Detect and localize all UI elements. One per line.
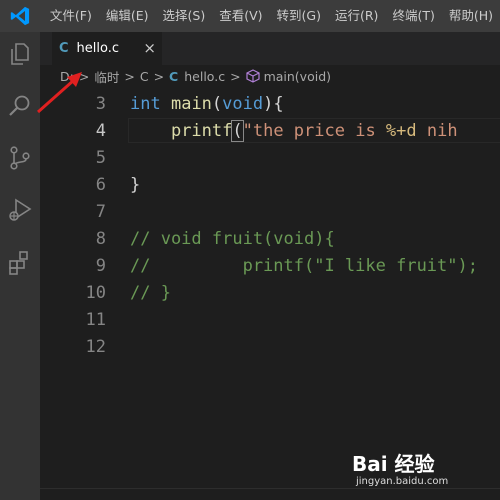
extensions-icon[interactable] (6, 248, 34, 276)
c-file-icon: C (169, 68, 179, 84)
breadcrumb-subfolder[interactable]: C (140, 69, 149, 84)
string-token: nih (416, 121, 458, 141)
paren-token: ){ (263, 94, 284, 114)
menu-file[interactable]: 文件(F) (43, 0, 99, 32)
line-number: 3 (95, 94, 106, 114)
paren-token: ( (211, 94, 223, 114)
chevron-right-icon: > (124, 68, 135, 84)
activity-bar (0, 32, 40, 500)
menu-view[interactable]: 查看(V) (212, 0, 269, 32)
title-bar: 文件(F) 编辑(E) 选择(S) 查看(V) 转到(G) 运行(R) 终端(T… (0, 0, 500, 32)
breadcrumb: D: > 临时 > C > C hello.c > main(void) (40, 65, 500, 87)
line-number: 5 (95, 148, 106, 168)
line-number: 8 (95, 229, 106, 249)
c-file-icon: C (59, 41, 69, 56)
code-line-4: printf("the price is %+d nih (130, 118, 458, 145)
line-number: 9 (95, 256, 106, 276)
code-line-9: // printf("I like fruit"); (130, 256, 478, 276)
code-line-6: } (130, 175, 141, 195)
function-token: main (170, 94, 212, 114)
tab-hello-c[interactable]: C hello.c × (52, 32, 162, 65)
run-debug-icon[interactable] (6, 196, 34, 224)
menu-bar: 文件(F) 编辑(E) 选择(S) 查看(V) 转到(G) 运行(R) 终端(T… (43, 0, 500, 32)
editor-tab-bar: C hello.c × (40, 32, 500, 65)
chevron-right-icon: > (153, 68, 165, 84)
indent-token (130, 121, 171, 141)
keyword-token: int (130, 94, 161, 114)
vscode-logo-icon (10, 6, 30, 26)
breadcrumb-symbol[interactable]: main(void) (264, 69, 331, 84)
watermark-brand: Bai 经验 (352, 452, 435, 476)
line-number: 7 (95, 202, 106, 222)
explorer-icon[interactable] (6, 40, 34, 68)
function-token: printf (170, 121, 233, 141)
code-line-3: int main(void){ (130, 91, 284, 118)
close-icon[interactable]: × (143, 39, 156, 57)
baidu-watermark: Bai 经验 jingyan.baidu.com (352, 448, 492, 492)
line-number: 6 (95, 175, 106, 195)
keyword-token: void (222, 94, 264, 114)
menu-edit[interactable]: 编辑(E) (99, 0, 156, 32)
code-editor[interactable]: 3 4 5 6 7 8 9 10 11 12 int main(void){ p… (40, 90, 500, 490)
chevron-right-icon: > (78, 68, 90, 84)
bracket-match-highlight: ( (231, 120, 244, 142)
string-token: "the price is (242, 121, 386, 141)
breadcrumb-drive[interactable]: D: (60, 69, 74, 84)
menu-run[interactable]: 运行(R) (328, 0, 385, 32)
line-number-active: 4 (95, 121, 106, 141)
tab-label: hello.c (76, 41, 120, 56)
breadcrumb-folder[interactable]: 临时 (94, 67, 119, 86)
watermark-url: jingyan.baidu.com (356, 476, 449, 487)
menu-terminal[interactable]: 终端(T) (385, 0, 441, 32)
breadcrumb-file[interactable]: hello.c (184, 69, 225, 84)
menu-selection[interactable]: 选择(S) (156, 0, 213, 32)
code-line-10: // } (130, 283, 171, 303)
chevron-right-icon: > (230, 68, 241, 84)
menu-go[interactable]: 转到(G) (270, 0, 328, 32)
menu-help[interactable]: 帮助(H) (442, 0, 500, 32)
line-number: 12 (85, 337, 106, 357)
format-specifier-token: %+d (385, 121, 417, 141)
line-number: 10 (85, 283, 106, 303)
line-number: 11 (85, 310, 106, 330)
symbol-method-icon (245, 69, 260, 83)
code-line-8: // void fruit(void){ (130, 229, 335, 249)
search-icon[interactable] (6, 92, 34, 120)
source-control-icon[interactable] (6, 144, 34, 172)
